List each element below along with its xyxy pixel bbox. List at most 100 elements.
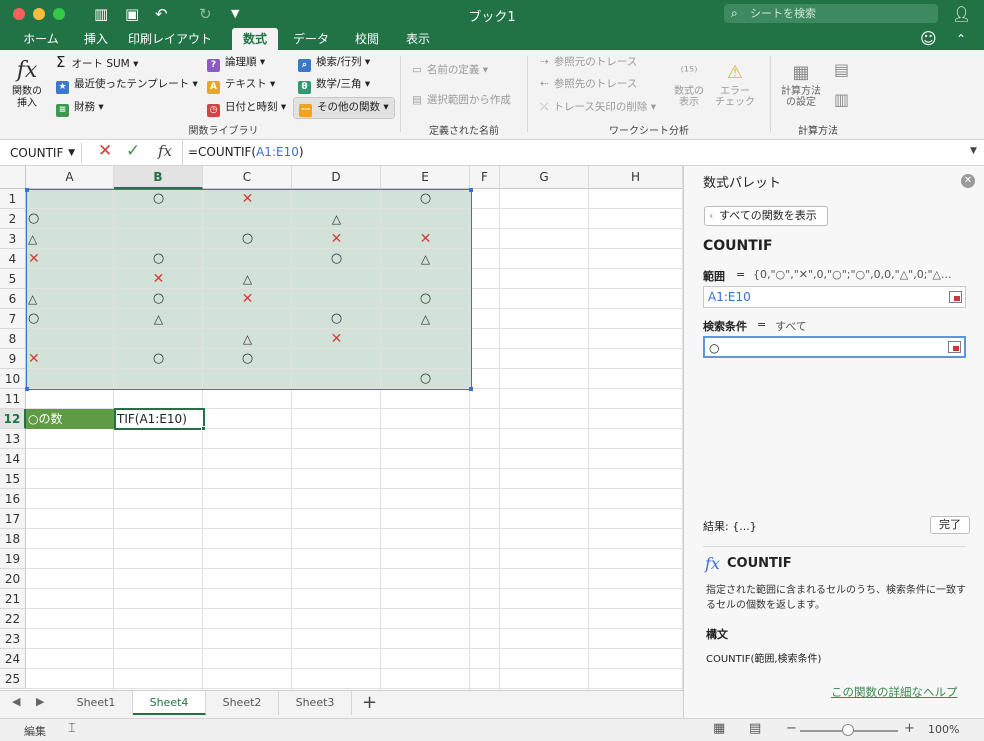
row-header[interactable]: 2 (0, 209, 26, 229)
show-all-functions-button[interactable]: ‹ すべての関数を表示 (704, 206, 828, 226)
expand-formula-icon[interactable]: ▼ (970, 146, 977, 156)
logical-button[interactable]: ? 論理順 ▾ (207, 54, 265, 72)
column-header[interactable]: C (203, 166, 292, 189)
cell[interactable]: ○ (381, 369, 470, 389)
more-functions-button[interactable]: ⋯ その他の関数 ▾ (293, 97, 395, 119)
define-name-button[interactable]: ▭ 名前の定義 ▾ (412, 62, 488, 78)
remove-arrows-button[interactable]: ⤫ トレース矢印の削除 ▾ (540, 99, 656, 115)
row-header[interactable]: 3 (0, 229, 26, 249)
next-sheet-icon[interactable]: ▶ (36, 695, 44, 708)
financial-button[interactable]: ≡ 財務 ▾ (56, 99, 104, 117)
row-header[interactable]: 20 (0, 569, 26, 589)
row-header[interactable]: 24 (0, 649, 26, 669)
select-all-corner[interactable] (0, 166, 26, 189)
done-button[interactable]: 完了 (930, 516, 970, 534)
cell[interactable]: ○ (26, 209, 114, 229)
tab-page-layout[interactable]: 印刷レイアウト (124, 28, 216, 50)
row-header[interactable]: 1 (0, 189, 26, 209)
row-header[interactable]: 4 (0, 249, 26, 269)
function-help-link[interactable]: この関数の詳細なヘルプ (831, 684, 958, 700)
share-person-icon[interactable]: 👤︎ (952, 5, 971, 23)
row-header[interactable]: 11 (0, 389, 26, 409)
arg1-range-input[interactable]: A1:E10 (703, 286, 966, 308)
cell[interactable]: △ (26, 289, 114, 309)
row-header[interactable]: 17 (0, 509, 26, 529)
lookup-button[interactable]: ⌕ 検索/行列 ▾ (298, 54, 370, 72)
tab-formulas[interactable]: 数式 (232, 28, 278, 50)
column-header[interactable]: B (114, 166, 203, 189)
spreadsheet-grid[interactable]: ABCDEFGH 1 2 3 4 5 6 7 8 9 10 11 12 13 14 15 16 17 18 19 20… (0, 166, 683, 690)
arg2-criteria-input[interactable]: ○ (703, 336, 966, 358)
tab-insert[interactable]: 挿入 (72, 28, 120, 50)
collapse-dialog-icon[interactable] (948, 341, 961, 353)
create-from-selection-button[interactable]: ▤ 選択範囲から作成 (412, 92, 511, 108)
cancel-icon[interactable]: ✕ (98, 141, 112, 161)
close-icon[interactable]: ✕ (961, 174, 975, 188)
cell[interactable]: ✕ (292, 229, 381, 249)
row-header[interactable]: 19 (0, 549, 26, 569)
sheet-tab-sheet4[interactable]: Sheet4 (133, 691, 206, 715)
tab-data[interactable]: データ (286, 28, 336, 50)
cell[interactable]: ○ (381, 289, 470, 309)
sheet-tab-sheet2[interactable]: Sheet2 (206, 691, 279, 715)
row-header[interactable]: 21 (0, 589, 26, 609)
row-header[interactable]: 7 (0, 309, 26, 329)
row-header[interactable]: 10 (0, 369, 26, 389)
math-trig-button[interactable]: θ 数学/三角 ▾ (298, 76, 370, 94)
column-header[interactable]: H (589, 166, 683, 189)
date-time-button[interactable]: ◷ 日付と時刻 ▾ (207, 99, 286, 117)
cell[interactable]: ✕ (203, 289, 292, 309)
calc-sheet-icon[interactable]: ▥ (834, 90, 849, 109)
smiley-feedback-icon[interactable]: ☺ (920, 30, 937, 48)
add-sheet-button[interactable]: + (362, 691, 377, 715)
macro-record-icon[interactable]: ⌶ (68, 721, 76, 736)
page-layout-view-icon[interactable]: ▤ (749, 721, 761, 736)
sheet-search-input[interactable]: ⌕ シートを検索 (724, 4, 938, 23)
zoom-slider-thumb[interactable] (842, 724, 854, 736)
zoom-out-button[interactable]: − (786, 721, 797, 736)
formula-input[interactable]: =COUNTIF(A1:E10) (188, 145, 304, 159)
label-cell-a12[interactable]: ○の数 (26, 409, 114, 429)
row-header[interactable]: 16 (0, 489, 26, 509)
prev-sheet-icon[interactable]: ◀ (12, 695, 20, 708)
insert-function-button[interactable]: fx 関数の 挿入 (8, 56, 46, 110)
range-handle[interactable] (25, 188, 29, 192)
cell[interactable]: ○ (114, 189, 203, 209)
row-header[interactable]: 5 (0, 269, 26, 289)
row-header[interactable]: 18 (0, 529, 26, 549)
row-header[interactable]: 13 (0, 429, 26, 449)
row-header[interactable]: 9 (0, 349, 26, 369)
cell[interactable]: ○ (114, 249, 203, 269)
row-header[interactable]: 6 (0, 289, 26, 309)
calc-options-button[interactable]: ▦ 計算方法 の設定 (778, 60, 824, 108)
cell[interactable]: △ (292, 209, 381, 229)
cell[interactable]: ○ (203, 349, 292, 369)
cell[interactable]: △ (114, 309, 203, 329)
column-header[interactable]: E (381, 166, 470, 189)
active-cell-b12[interactable]: TIF(A1:E10) (114, 408, 205, 430)
cell[interactable]: △ (381, 309, 470, 329)
cell[interactable]: ○ (114, 289, 203, 309)
cell[interactable]: ○ (114, 349, 203, 369)
error-checking-button[interactable]: ⚠ エラー チェック (713, 60, 757, 108)
collapse-dialog-icon[interactable] (949, 291, 962, 303)
enter-check-icon[interactable]: ✓ (126, 141, 140, 161)
cell[interactable]: ✕ (26, 349, 114, 369)
row-header[interactable]: 15 (0, 469, 26, 489)
zoom-in-button[interactable]: + (904, 721, 915, 736)
cell[interactable]: ✕ (114, 269, 203, 289)
row-header[interactable]: 23 (0, 629, 26, 649)
cell[interactable]: ✕ (381, 229, 470, 249)
cell[interactable]: ○ (26, 309, 114, 329)
range-handle[interactable] (25, 387, 29, 391)
row-header[interactable]: 22 (0, 609, 26, 629)
row-header[interactable]: 25 (0, 669, 26, 689)
tab-home[interactable]: ホーム (12, 28, 70, 50)
fill-handle[interactable] (201, 426, 206, 431)
cell[interactable]: ○ (292, 309, 381, 329)
tab-view[interactable]: 表示 (396, 28, 440, 50)
name-box[interactable]: COUNTIF ▼ (4, 143, 82, 163)
column-header[interactable]: F (470, 166, 500, 189)
trace-dependents-button[interactable]: ⇠ 参照先のトレース (540, 76, 637, 92)
row-header[interactable]: 14 (0, 449, 26, 469)
